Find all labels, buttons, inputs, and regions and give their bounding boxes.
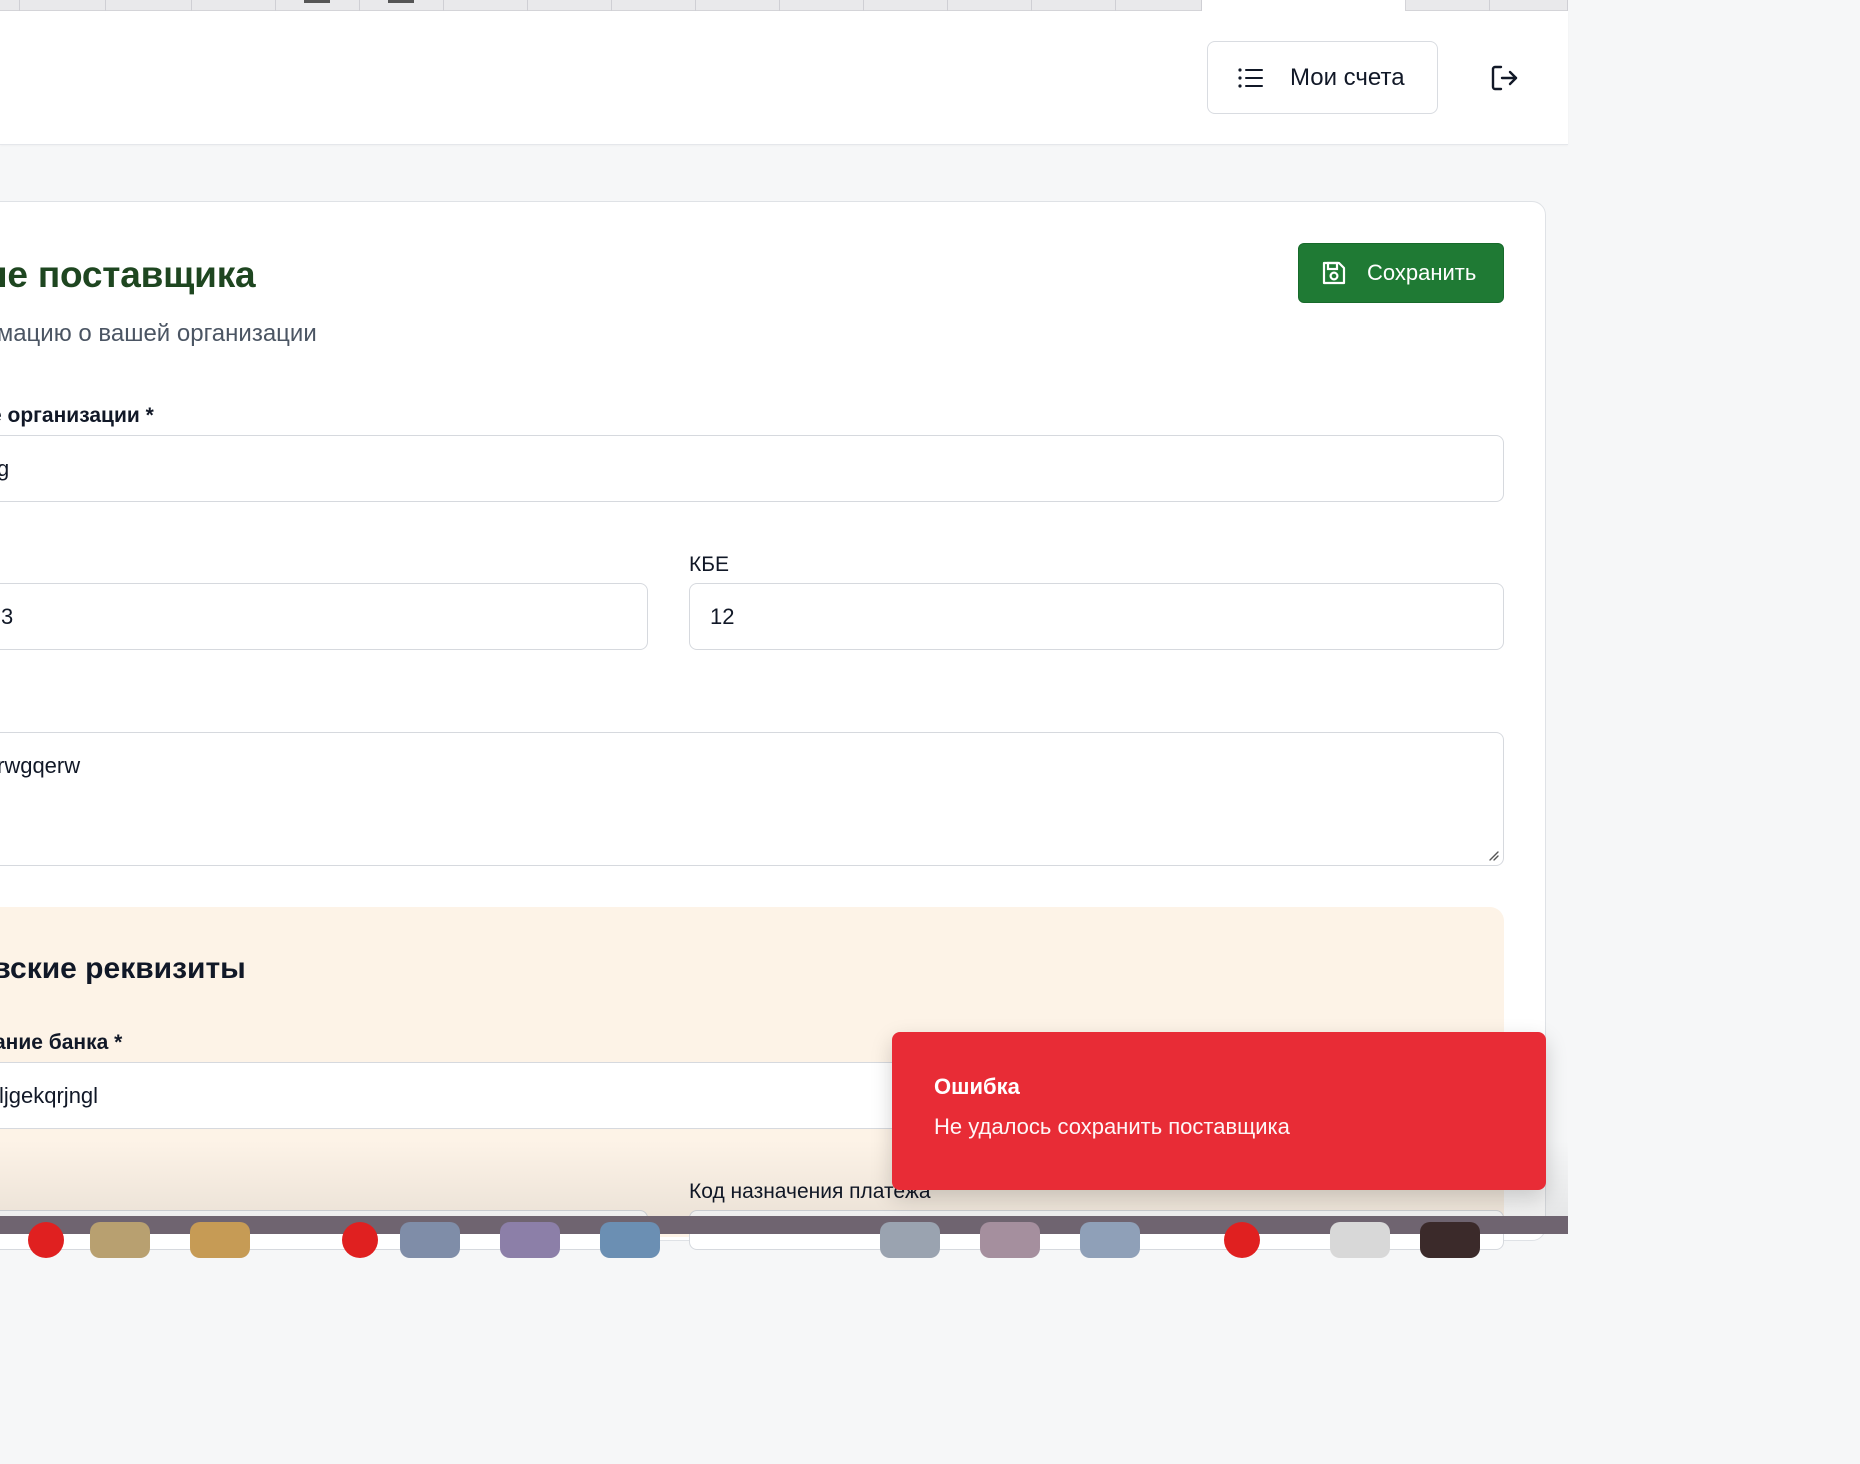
browser-tab[interactable] <box>780 0 864 11</box>
dock-app-icon[interactable] <box>190 1222 250 1258</box>
browser-tab[interactable] <box>696 0 780 11</box>
bank-section-title: овские реквизиты <box>0 952 246 985</box>
bin-input[interactable]: 3 <box>0 583 648 650</box>
my-invoices-label: Мои счета <box>1290 63 1405 91</box>
floppy-disk-icon <box>1322 261 1346 285</box>
browser-tab[interactable] <box>360 0 444 11</box>
dock-app-icon[interactable] <box>600 1222 660 1258</box>
browser-tab[interactable] <box>948 0 1032 11</box>
browser-tab[interactable] <box>1406 0 1490 11</box>
browser-tab[interactable] <box>276 0 360 11</box>
error-toast[interactable]: Ошибка Не удалось сохранить поставщика <box>892 1032 1546 1190</box>
list-icon <box>1238 67 1263 88</box>
app-header: Мои счета <box>0 11 1568 145</box>
page-subtitle: ормацию о вашей организации <box>0 320 317 347</box>
dock-app-icon[interactable] <box>90 1222 150 1258</box>
browser-tab[interactable] <box>1032 0 1116 11</box>
address-value: rwgqerw <box>0 753 81 778</box>
address-textarea[interactable]: rwgqerw <box>0 732 1504 866</box>
dock-badge <box>342 1222 378 1258</box>
dock-app-icon[interactable] <box>1080 1222 1140 1258</box>
my-invoices-button[interactable]: Мои счета <box>1207 41 1438 114</box>
browser-tab[interactable] <box>1490 0 1568 11</box>
toast-message: Не удалось сохранить поставщика <box>934 1114 1290 1139</box>
dock-app-icon[interactable] <box>980 1222 1040 1258</box>
logout-icon <box>1491 65 1518 91</box>
dock-app-icon[interactable] <box>1420 1222 1480 1258</box>
browser-tab-active[interactable] <box>1202 0 1406 11</box>
toast-title: Ошибка <box>934 1074 1020 1099</box>
dock-app-icon[interactable] <box>880 1222 940 1258</box>
browser-tab[interactable] <box>612 0 696 11</box>
browser-tab[interactable] <box>528 0 612 11</box>
page-title: ые поставщика <box>0 254 256 295</box>
browser-tab[interactable] <box>444 0 528 11</box>
save-button-label: Сохранить <box>1367 260 1477 285</box>
browser-tab[interactable] <box>20 0 106 11</box>
os-dock <box>0 1216 1568 1258</box>
tab-favicon-icon <box>388 0 414 3</box>
browser-tab[interactable] <box>1116 0 1202 11</box>
dock-badge <box>28 1222 64 1258</box>
org-name-input[interactable]: g <box>0 435 1504 502</box>
resize-grip-icon[interactable] <box>1487 849 1499 861</box>
tab-favicon-icon <box>304 0 330 3</box>
browser-tab-strip <box>0 0 1568 11</box>
browser-tab[interactable] <box>864 0 948 11</box>
kbe-label: КБЕ <box>689 553 730 576</box>
dock-app-icon[interactable] <box>500 1222 560 1258</box>
org-name-label: е организации * <box>0 404 154 427</box>
save-button[interactable]: Сохранить <box>1298 243 1504 303</box>
browser-tab[interactable] <box>192 0 276 11</box>
logout-button[interactable] <box>1486 61 1524 95</box>
kbe-input[interactable]: 12 <box>689 583 1504 650</box>
browser-tab[interactable] <box>0 0 20 11</box>
dock-app-icon[interactable] <box>400 1222 460 1258</box>
browser-tab[interactable] <box>106 0 192 11</box>
bank-name-label: ание банка * <box>0 1031 123 1054</box>
dock-badge <box>1224 1222 1260 1258</box>
dock-app-icon[interactable] <box>1330 1222 1390 1258</box>
